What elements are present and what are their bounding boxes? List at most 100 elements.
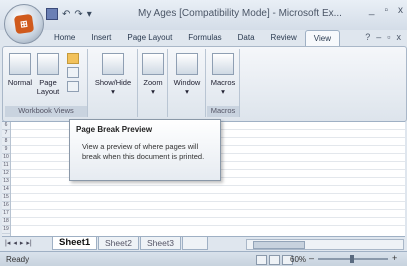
row-header[interactable]: 7 (2, 130, 10, 138)
page-layout-label-1: Page (39, 78, 57, 87)
tooltip-body: View a preview of where pages will break… (82, 142, 205, 161)
workbook-restore-button[interactable]: ▫ (387, 32, 390, 42)
sheet-tab-sheet3[interactable]: Sheet3 (140, 237, 181, 250)
tab-formulas[interactable]: Formulas (180, 30, 229, 46)
group-zoom: Zoom ▾ (139, 49, 168, 117)
office-button[interactable]: ⊞ (4, 4, 44, 44)
tab-page-layout[interactable]: Page Layout (119, 30, 180, 46)
row-header[interactable]: 17 (2, 210, 10, 218)
grid-line (11, 209, 405, 210)
tab-home[interactable]: Home (46, 30, 83, 46)
full-screen-icon[interactable] (67, 81, 79, 92)
normal-view-shortcut-icon[interactable] (256, 255, 267, 265)
row-header[interactable]: 10 (2, 154, 10, 162)
group-workbook-views: Normal Page Layout Workbook Views (5, 49, 88, 117)
grid-line (11, 193, 405, 194)
tooltip-title: Page Break Preview (76, 125, 153, 134)
sheet-navigation: |◂ ◂ ▸ ▸| (5, 239, 32, 247)
minimize-button[interactable]: _ (369, 5, 375, 16)
zoom-out-button[interactable]: – (309, 253, 314, 263)
excel-window: ↶ ↷ ▾ My Ages [Compatibility Mode] - Mic… (0, 0, 407, 266)
grid-line (11, 201, 405, 202)
tab-data[interactable]: Data (230, 30, 263, 46)
zoom-level[interactable]: 60% (290, 255, 306, 264)
show-hide-button[interactable]: Show/Hide ▾ (91, 53, 135, 96)
quick-access-toolbar: ↶ ↷ ▾ (46, 6, 92, 22)
tab-insert[interactable]: Insert (83, 30, 119, 46)
normal-view-button[interactable]: Normal (7, 53, 33, 87)
page-layout-view-icon (37, 53, 59, 75)
undo-icon[interactable]: ↶ (62, 9, 70, 20)
sheet-tab-sheet2[interactable]: Sheet2 (98, 237, 139, 250)
custom-views-icon[interactable] (67, 67, 79, 78)
normal-view-label: Normal (7, 78, 33, 87)
row-header[interactable]: 8 (2, 138, 10, 146)
window-icon (176, 53, 198, 75)
row-header[interactable]: 12 (2, 170, 10, 178)
grid-line (11, 217, 405, 218)
row-header[interactable]: 19 (2, 226, 10, 234)
restore-button[interactable]: ▫ (384, 5, 388, 16)
row-header[interactable]: 6 (2, 122, 10, 130)
macros-button[interactable]: Macros ▾ (210, 53, 236, 96)
show-hide-label: Show/Hide (94, 78, 132, 87)
row-header[interactable]: 13 (2, 178, 10, 186)
row-header[interactable]: 14 (2, 186, 10, 194)
zoom-icon (142, 53, 164, 75)
title-bar: ↶ ↷ ▾ My Ages [Compatibility Mode] - Mic… (0, 0, 407, 30)
grid-line (11, 225, 405, 226)
customize-qat-icon[interactable]: ▾ (87, 9, 92, 20)
last-sheet-icon[interactable]: ▸| (26, 239, 31, 247)
group-show-hide: Show/Hide ▾ (89, 49, 138, 117)
help-icon[interactable]: ? (365, 32, 370, 42)
workbook-minimize-button[interactable]: – (376, 32, 381, 42)
page-layout-view-button[interactable]: Page Layout (35, 53, 61, 96)
zoom-label: Zoom (143, 78, 163, 87)
row-header[interactable]: 9 (2, 146, 10, 154)
macros-label: Macros (210, 78, 236, 87)
office-logo-icon: ⊞ (13, 13, 35, 35)
group-label-workbook-views: Workbook Views (5, 106, 87, 117)
zoom-in-button[interactable]: + (392, 253, 397, 263)
group-label-macros: Macros (207, 106, 239, 117)
horizontal-scrollbar[interactable] (246, 239, 404, 250)
normal-view-icon (9, 53, 31, 75)
row-header[interactable]: 15 (2, 194, 10, 202)
scrollbar-thumb[interactable] (253, 241, 305, 249)
window-button[interactable]: Window ▾ (171, 53, 203, 96)
close-button[interactable]: x (398, 5, 403, 16)
tab-view[interactable]: View (304, 30, 340, 47)
window-label: Window (173, 78, 201, 87)
workbook-close-button[interactable]: x (397, 32, 402, 42)
tab-review[interactable]: Review (263, 30, 305, 46)
show-hide-icon (102, 53, 124, 75)
status-ready: Ready (6, 255, 30, 264)
grid-line (11, 185, 405, 186)
group-window: Window ▾ (169, 49, 206, 117)
page-break-preview-tooltip: Page Break Preview View a preview of whe… (69, 119, 221, 181)
page-layout-shortcut-icon[interactable] (269, 255, 280, 265)
prev-sheet-icon[interactable]: ◂ (13, 239, 17, 247)
next-sheet-icon[interactable]: ▸ (20, 239, 24, 247)
ribbon: Normal Page Layout Workbook Views Show/H… (2, 46, 407, 122)
row-header[interactable]: 11 (2, 162, 10, 170)
redo-icon[interactable]: ↷ (74, 9, 82, 20)
ribbon-tabs: Home Insert Page Layout Formulas Data Re… (46, 30, 340, 47)
zoom-slider-knob[interactable] (350, 255, 354, 263)
sheet-tab-sheet1[interactable]: Sheet1 (52, 237, 98, 250)
page-break-preview-icon[interactable] (67, 53, 79, 64)
save-icon[interactable] (46, 8, 58, 20)
page-layout-label-2: Layout (36, 87, 60, 96)
window-controls: _ ▫ x (369, 5, 403, 16)
row-header[interactable]: 16 (2, 202, 10, 210)
window-title: My Ages [Compatibility Mode] - Microsoft… (138, 8, 342, 19)
sheet-tabs-bar: |◂ ◂ ▸ ▸| Sheet1 Sheet2 Sheet3 (2, 236, 405, 251)
macros-icon (212, 53, 234, 75)
row-header[interactable]: 18 (2, 218, 10, 226)
group-macros: Macros ▾ Macros (207, 49, 240, 117)
first-sheet-icon[interactable]: |◂ (5, 239, 10, 247)
insert-sheet-icon[interactable] (182, 237, 208, 250)
row-headers: 6 7 8 9 10 11 12 13 14 15 16 17 18 19 (2, 122, 11, 236)
status-bar: Ready 60% – + (0, 251, 407, 266)
zoom-button[interactable]: Zoom ▾ (141, 53, 165, 96)
